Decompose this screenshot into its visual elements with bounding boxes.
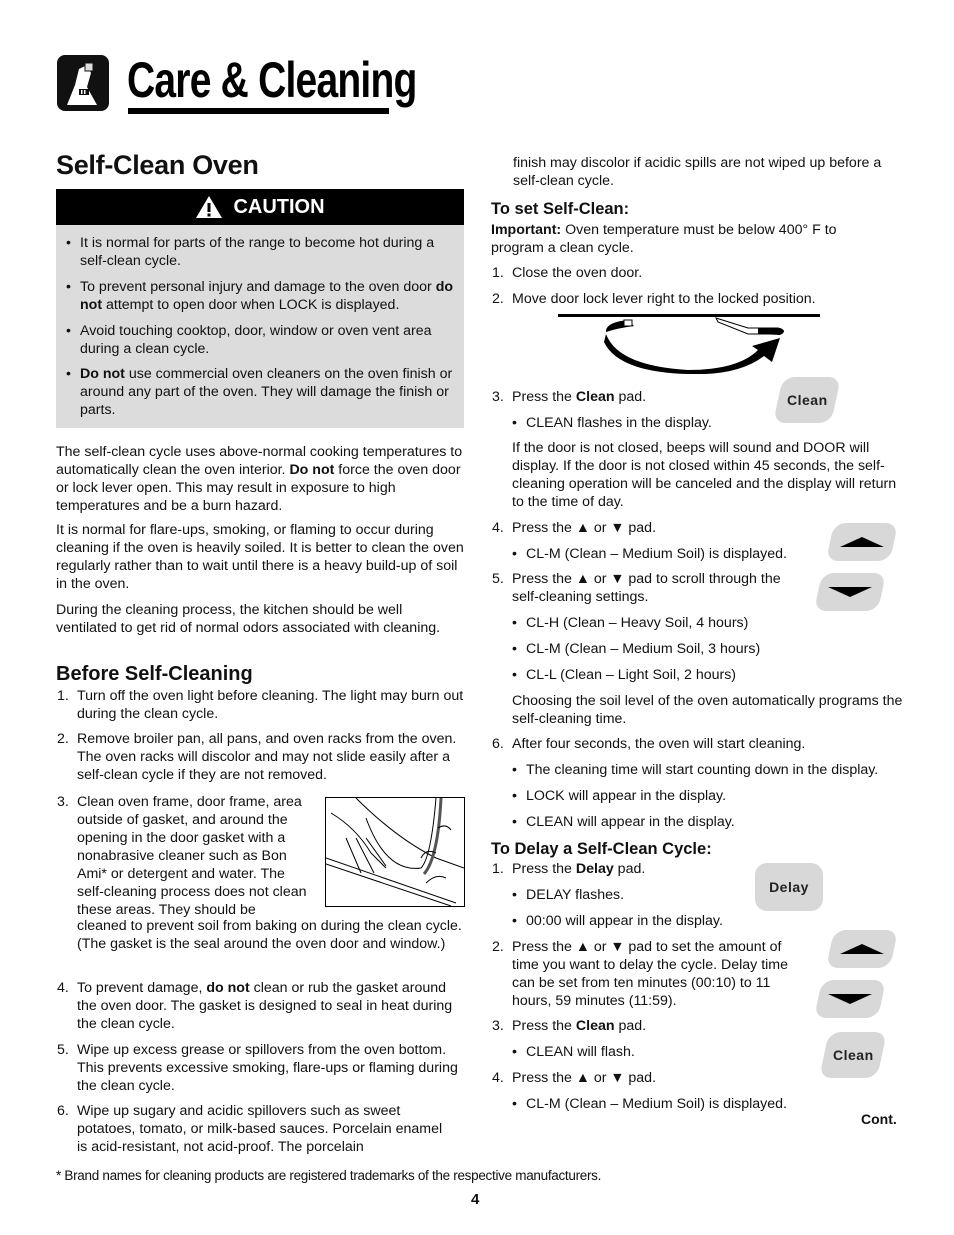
delay-step: 2. Press the ▲ or ▼ pad to set the amount… bbox=[492, 939, 788, 1009]
set-step-bullet: LOCK will appear in the display. bbox=[512, 787, 726, 805]
door-lock-lever-illustration bbox=[558, 314, 822, 375]
page-header-title: Care & Cleaning bbox=[127, 52, 417, 108]
set-step-bullet: CLEAN will appear in the display. bbox=[512, 813, 735, 831]
before-step: 4. To prevent damage, do not clean or rub… bbox=[57, 980, 453, 1032]
delay-step-bullet: 00:00 will appear in the display. bbox=[512, 912, 723, 930]
delay-title: To Delay a Self-Clean Cycle: bbox=[491, 840, 712, 858]
down-arrow-pad bbox=[813, 980, 887, 1018]
down-arrow-icon bbox=[828, 587, 872, 597]
delay-step: 4. Press the ▲ or ▼ pad. bbox=[492, 1070, 657, 1086]
caution-box: It is normal for parts of the range to b… bbox=[56, 225, 464, 428]
delay-step: 3. Press the Clean pad. bbox=[492, 1018, 647, 1034]
continued-label: Cont. bbox=[861, 1111, 897, 1127]
up-arrow-pad bbox=[825, 523, 899, 561]
delay-step-bullet: CLEAN will flash. bbox=[512, 1043, 635, 1061]
warning-triangle-icon bbox=[196, 196, 223, 218]
set-step-bullet: The cleaning time will start counting do… bbox=[512, 761, 878, 779]
caution-item: It is normal for parts of the range to b… bbox=[66, 234, 458, 270]
before-step: 1. Turn off the oven light before cleanin… bbox=[57, 688, 464, 722]
before-step-continued: cleaned to prevent soil from baking on d… bbox=[77, 918, 462, 952]
set-step: 1. Close the oven door. bbox=[492, 265, 643, 281]
delay-pad: Delay bbox=[755, 863, 823, 911]
before-step: 2. Remove broiler pan, all pans, and oven… bbox=[57, 731, 457, 783]
set-step-note: Choosing the soil level of the oven auto… bbox=[512, 693, 903, 727]
delay-step-bullet: CL-M (Clean – Medium Soil) is displayed. bbox=[512, 1095, 787, 1113]
intro-paragraph: During the cleaning process, the kitchen… bbox=[56, 602, 441, 636]
intro-paragraph: The self-clean cycle uses above-normal c… bbox=[56, 444, 463, 514]
caution-item: Avoid touching cooktop, door, window or … bbox=[66, 322, 458, 358]
caution-label: CAUTION bbox=[233, 195, 325, 218]
hand-cleaning-oven-frame-illustration bbox=[325, 797, 465, 907]
set-step-bullet: CL-L (Clean – Light Soil, 2 hours) bbox=[512, 666, 736, 684]
footnote: * Brand names for cleaning products are … bbox=[56, 1168, 602, 1183]
set-step-bullet: CL-H (Clean – Heavy Soil, 4 hours) bbox=[512, 614, 748, 632]
header-rule bbox=[128, 108, 389, 114]
set-step: 2. Move door lock lever right to the lock… bbox=[492, 291, 816, 307]
set-step: 4. Press the ▲ or ▼ pad. bbox=[492, 520, 657, 536]
set-step-note: If the door is not closed, beeps will so… bbox=[512, 440, 897, 510]
before-step-6-continued: finish may discolor if acidic spills are… bbox=[513, 155, 882, 189]
page-number: 4 bbox=[471, 1191, 480, 1208]
down-arrow-pad bbox=[813, 573, 887, 611]
spray-bottle-icon bbox=[57, 55, 109, 111]
up-arrow-icon bbox=[840, 944, 884, 954]
before-cleaning-title: Before Self-Cleaning bbox=[56, 663, 253, 685]
section-title: Self-Clean Oven bbox=[56, 150, 259, 180]
clean-pad: Clean bbox=[819, 1032, 887, 1078]
before-step: 5. Wipe up excess grease or spillovers fr… bbox=[57, 1042, 458, 1094]
set-step-bullet: CL-M (Clean – Medium Soil) is displayed. bbox=[512, 545, 787, 563]
intro-paragraph: It is normal for flare-ups, smoking, or … bbox=[56, 522, 464, 592]
before-step: 6. Wipe up sugary and acidic spillovers s… bbox=[57, 1103, 443, 1155]
delay-step: 1. Press the Delay pad. bbox=[492, 861, 646, 877]
set-step: 3. Press the Clean pad. bbox=[492, 389, 647, 405]
important-note: Important: Oven temperature must be belo… bbox=[491, 222, 837, 256]
caution-item: Do not use commercial oven cleaners on t… bbox=[66, 365, 458, 419]
down-arrow-icon bbox=[828, 994, 872, 1004]
clean-pad: Clean bbox=[773, 377, 841, 423]
caution-item: To prevent personal injury and damage to… bbox=[66, 278, 458, 314]
up-arrow-icon bbox=[840, 537, 884, 547]
set-clean-title: To set Self-Clean: bbox=[491, 200, 630, 218]
set-step: 6. After four seconds, the oven will star… bbox=[492, 736, 806, 752]
up-arrow-pad bbox=[825, 930, 899, 968]
set-step-bullet: CL-M (Clean – Medium Soil, 3 hours) bbox=[512, 640, 760, 658]
set-step-bullet: CLEAN flashes in the display. bbox=[512, 414, 712, 432]
before-step: 3. Clean oven frame, door frame, area out… bbox=[57, 794, 307, 918]
set-step: 5. Press the ▲ or ▼ pad to scroll through… bbox=[492, 571, 781, 605]
caution-banner: CAUTION bbox=[56, 189, 464, 225]
delay-step-bullet: DELAY flashes. bbox=[512, 886, 624, 904]
